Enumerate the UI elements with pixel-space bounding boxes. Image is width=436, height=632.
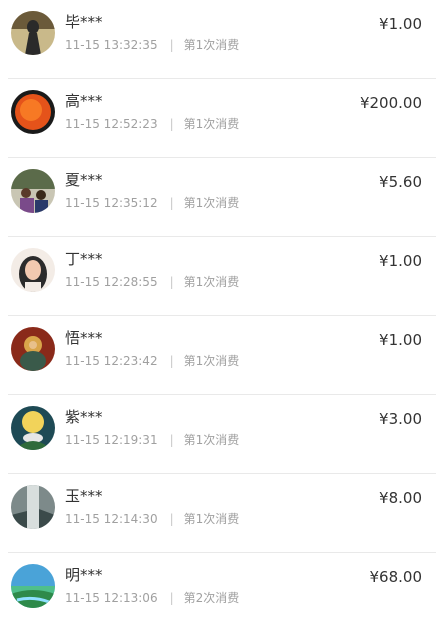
record-meta: 11-15 12:13:06 | 第2次消费 [65, 590, 239, 606]
timestamp: 11-15 12:35:12 [65, 196, 158, 210]
divider: | [169, 275, 174, 289]
timestamp: 11-15 12:13:06 [65, 591, 158, 605]
list-item[interactable]: 悟*** 11-15 12:23:42 | 第1次消费 ¥1.00 [8, 316, 436, 395]
divider: | [169, 512, 174, 526]
amount: ¥8.00 [379, 489, 422, 507]
record-meta: 11-15 12:35:12 | 第1次消费 [65, 195, 239, 211]
avatar[interactable] [11, 327, 55, 371]
visit-count: 第1次消费 [183, 117, 240, 131]
avatar[interactable] [11, 169, 55, 213]
visit-count: 第1次消费 [183, 354, 240, 368]
divider: | [169, 354, 174, 368]
list-item[interactable]: 紫*** 11-15 12:19:31 | 第1次消费 ¥3.00 [8, 395, 436, 474]
avatar-landscape-icon [11, 564, 55, 608]
customer-name: 悟*** [65, 329, 103, 347]
avatar[interactable] [11, 485, 55, 529]
visit-count: 第1次消费 [183, 512, 240, 526]
timestamp: 11-15 12:52:23 [65, 117, 158, 131]
customer-name: 高*** [65, 92, 103, 110]
amount: ¥3.00 [379, 410, 422, 428]
divider: | [169, 38, 174, 52]
divider: | [169, 196, 174, 210]
visit-count: 第1次消费 [183, 38, 240, 52]
customer-name: 丁*** [65, 250, 103, 268]
visit-count: 第2次消费 [183, 591, 240, 605]
record-meta: 11-15 12:14:30 | 第1次消费 [65, 511, 239, 527]
customer-name: 夏*** [65, 171, 103, 189]
amount: ¥1.00 [379, 15, 422, 33]
avatar[interactable] [11, 11, 55, 55]
avatar-moon-lotus-icon [11, 406, 55, 450]
timestamp: 11-15 12:14:30 [65, 512, 158, 526]
divider: | [169, 591, 174, 605]
record-meta: 11-15 12:28:55 | 第1次消费 [65, 274, 239, 290]
amount: ¥68.00 [369, 568, 423, 586]
customer-name: 毕*** [65, 13, 103, 31]
amount: ¥200.00 [359, 94, 422, 112]
avatar-woman-dark-photo-icon [11, 11, 55, 55]
customer-name: 明*** [65, 566, 103, 584]
avatar-waterfall-icon [11, 485, 55, 529]
record-meta: 11-15 12:23:42 | 第1次消费 [65, 353, 239, 369]
list-item[interactable]: 丁*** 11-15 12:28:55 | 第1次消费 ¥1.00 [8, 237, 436, 316]
list-item[interactable]: 夏*** 11-15 12:35:12 | 第1次消费 ¥5.60 [8, 158, 436, 237]
amount: ¥1.00 [379, 252, 422, 270]
avatar[interactable] [11, 90, 55, 134]
amount: ¥1.00 [379, 331, 422, 349]
customer-name: 紫*** [65, 408, 103, 426]
record-meta: 11-15 13:32:35 | 第1次消费 [65, 37, 239, 53]
amount: ¥5.60 [379, 173, 422, 191]
timestamp: 11-15 12:23:42 [65, 354, 158, 368]
record-meta: 11-15 12:52:23 | 第1次消费 [65, 116, 239, 132]
timestamp: 11-15 12:19:31 [65, 433, 158, 447]
avatar[interactable] [11, 248, 55, 292]
list-item[interactable]: 高*** 11-15 12:52:23 | 第1次消费 ¥200.00 [8, 79, 436, 158]
avatar-deity-painting-icon [11, 327, 55, 371]
consumption-list: 毕*** 11-15 13:32:35 | 第1次消费 ¥1.00 高*** 11-15 1… [0, 0, 436, 632]
avatar-woman-portrait-icon [11, 248, 55, 292]
avatar-sun-icon [11, 90, 55, 134]
avatar-family-outdoor-icon [11, 169, 55, 213]
divider: | [169, 117, 174, 131]
timestamp: 11-15 12:28:55 [65, 275, 158, 289]
avatar[interactable] [11, 406, 55, 450]
list-item[interactable]: 毕*** 11-15 13:32:35 | 第1次消费 ¥1.00 [8, 0, 436, 79]
record-meta: 11-15 12:19:31 | 第1次消费 [65, 432, 239, 448]
list-item[interactable]: 明*** 11-15 12:13:06 | 第2次消费 ¥68.00 [8, 553, 436, 632]
customer-name: 玉*** [65, 487, 103, 505]
list-item[interactable]: 玉*** 11-15 12:14:30 | 第1次消费 ¥8.00 [8, 474, 436, 553]
visit-count: 第1次消费 [183, 433, 240, 447]
visit-count: 第1次消费 [183, 275, 240, 289]
avatar[interactable] [11, 564, 55, 608]
timestamp: 11-15 13:32:35 [65, 38, 158, 52]
divider: | [169, 433, 174, 447]
visit-count: 第1次消费 [183, 196, 240, 210]
